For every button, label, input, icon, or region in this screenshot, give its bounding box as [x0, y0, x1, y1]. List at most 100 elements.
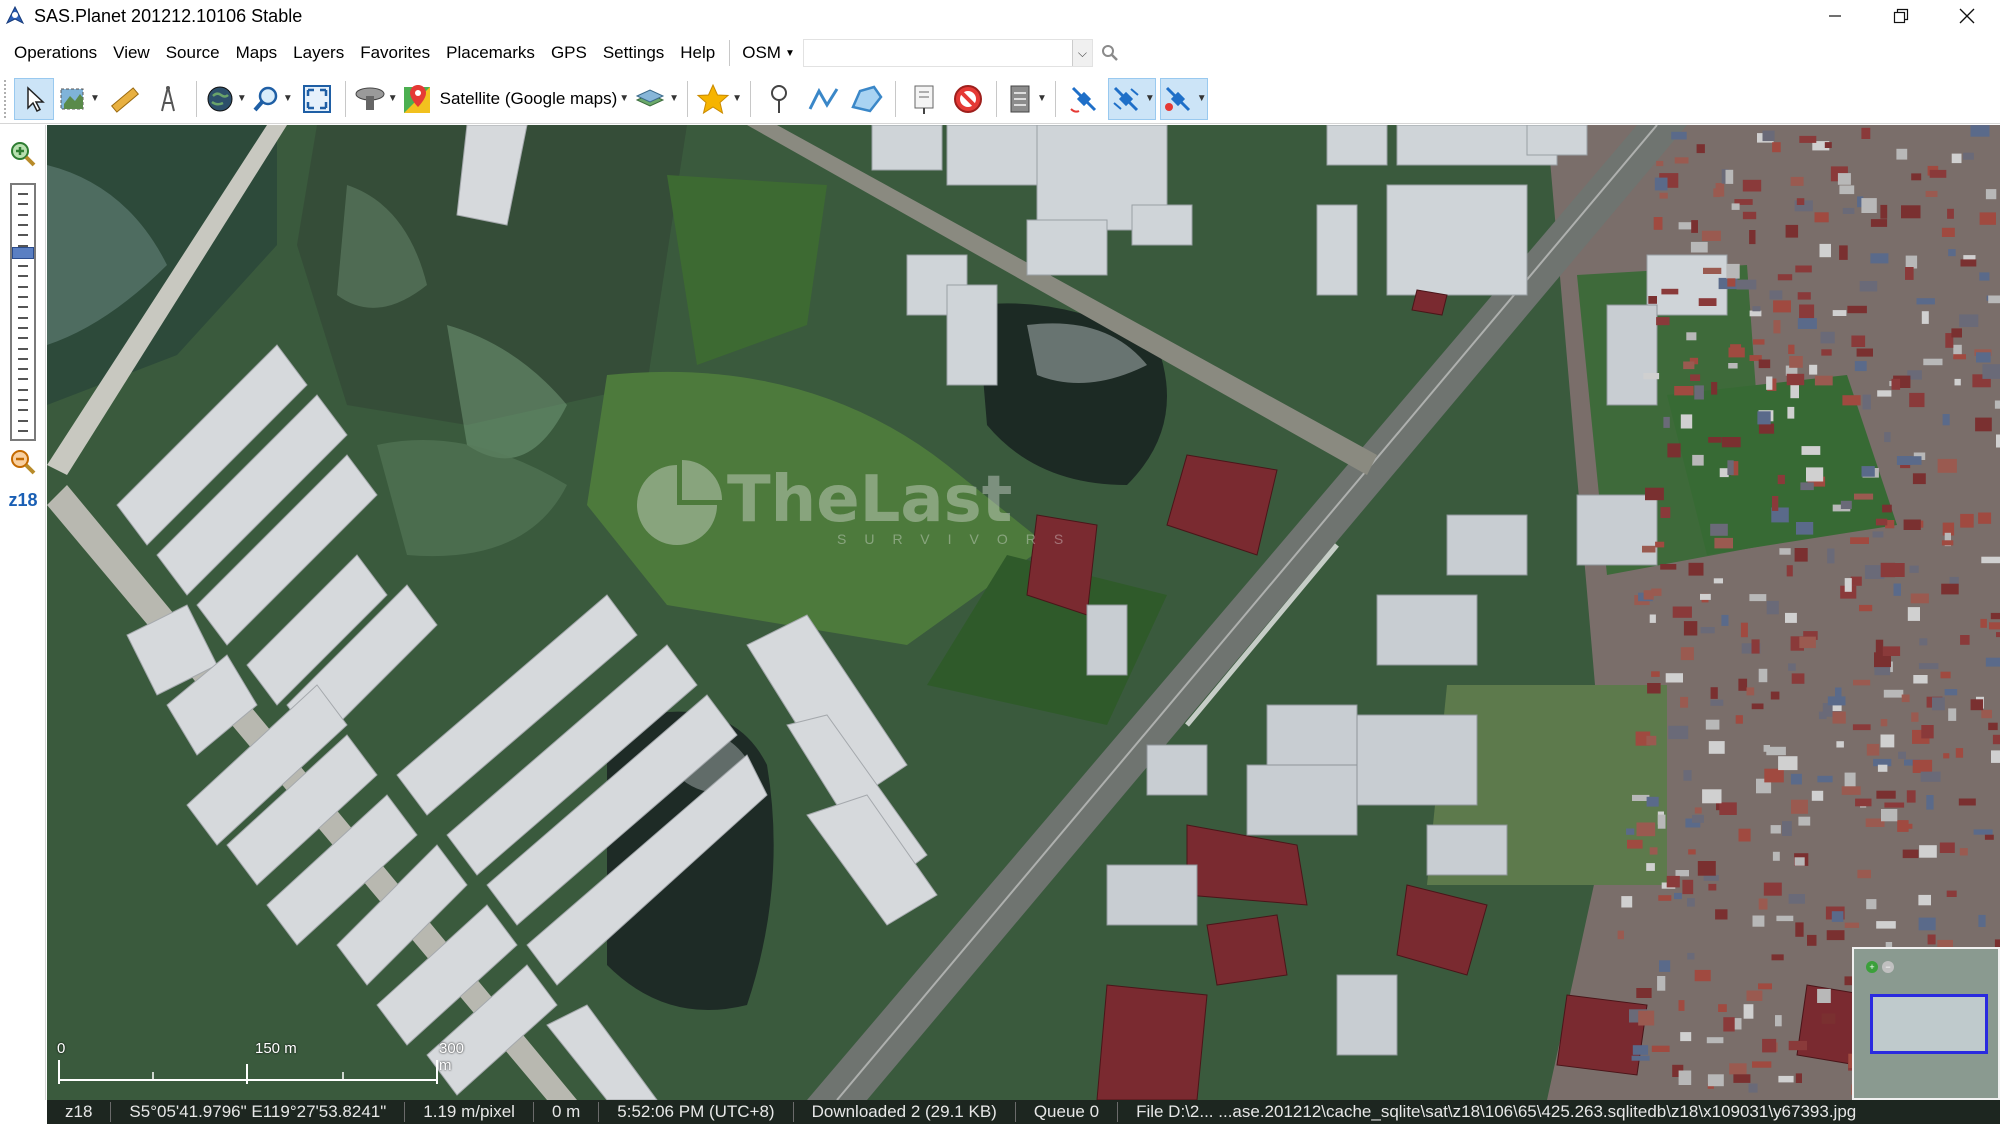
add-path-button[interactable] [803, 78, 843, 120]
favorites-button[interactable]: ▼ [696, 78, 742, 120]
zoom-tick [18, 275, 28, 278]
rooftop [1958, 798, 1976, 806]
gps-connect-button[interactable] [1064, 78, 1104, 120]
satellite-center-icon [1164, 86, 1190, 111]
select-region-button[interactable]: ▼ [58, 78, 100, 120]
menu-placemarks[interactable]: Placemarks [438, 36, 543, 70]
rooftop [1694, 385, 1704, 400]
rooftop [1705, 719, 1720, 730]
minimize-button[interactable] [1802, 0, 1868, 32]
menu-operations[interactable]: Operations [6, 36, 105, 70]
menu-source[interactable]: Source [158, 36, 228, 70]
zoom-tool-button[interactable]: ▼ [251, 78, 293, 120]
gps-track-button[interactable]: ▼ [1107, 77, 1156, 120]
rooftop [1649, 614, 1656, 623]
toolbar-grip[interactable] [4, 79, 8, 118]
add-placemark-button[interactable] [759, 78, 799, 120]
rooftop [1751, 639, 1760, 654]
rooftop [1708, 883, 1717, 891]
map-view[interactable]: TheLast SURVIVORS 0 150 m 300 m + − [47, 125, 2000, 1100]
minimap[interactable]: + − [1852, 947, 2000, 1100]
search-button[interactable] [1097, 39, 1123, 67]
watermark-logo-icon [637, 460, 722, 545]
map-source-dropdown[interactable]: Satellite (Google maps) ▼ [402, 78, 629, 120]
globe-button[interactable]: ▼ [205, 78, 247, 120]
search-source-dropdown[interactable]: OSM ▼ [736, 43, 801, 63]
rooftop [1901, 205, 1921, 219]
cache-server-button[interactable]: ▼ [1005, 78, 1047, 120]
layers-icon [635, 88, 665, 107]
rooftop [1880, 562, 1896, 578]
rooftop [1674, 157, 1689, 164]
rooftop [1824, 142, 1832, 148]
close-button[interactable] [1934, 0, 2000, 32]
rooftop [1678, 1070, 1692, 1085]
rooftop [1959, 314, 1979, 327]
rooftop [1763, 882, 1782, 896]
zoom-tick [18, 357, 28, 360]
select-region-icon [60, 88, 84, 109]
rooftop [1642, 545, 1656, 553]
rooftop [1913, 675, 1928, 684]
rooftop [1984, 834, 1994, 840]
rooftop [1766, 376, 1773, 390]
zoom-out-button[interactable] [8, 447, 38, 477]
ruler-button[interactable] [104, 78, 144, 120]
rooftop [1794, 857, 1805, 866]
search-history-dropdown[interactable]: ⌵ [1071, 40, 1092, 66]
compass-button[interactable] [148, 78, 188, 120]
rooftop [1800, 482, 1814, 491]
hide-placemarks-button[interactable] [948, 78, 988, 120]
add-polygon-button[interactable] [847, 78, 887, 120]
pointer-tool-button[interactable] [14, 77, 54, 120]
rooftop [1970, 125, 1990, 137]
status-distance: 0 m [551, 1102, 581, 1121]
rooftop [1955, 748, 1964, 758]
search-source-label: OSM [742, 43, 781, 62]
minimap-viewport[interactable] [1870, 994, 1988, 1054]
restore-button[interactable] [1868, 0, 1934, 32]
rooftop [1773, 320, 1781, 334]
rooftop [1795, 265, 1812, 273]
rooftop [1932, 697, 1945, 711]
statusbar-margin [0, 1100, 47, 1124]
rooftop [1638, 1010, 1655, 1026]
menu-settings[interactable]: Settings [595, 36, 672, 70]
menu-help[interactable]: Help [672, 36, 723, 70]
rooftop [1840, 500, 1852, 509]
menu-view[interactable]: View [105, 36, 158, 70]
zoom-slider[interactable] [10, 183, 36, 441]
rooftop [1770, 825, 1781, 834]
rooftop [1880, 719, 1888, 727]
search-input[interactable]: ⌵ [802, 39, 1093, 67]
rooftop [1752, 915, 1765, 927]
rooftop [1723, 1017, 1735, 1032]
rooftop [1799, 304, 1815, 319]
rooftop [1725, 169, 1734, 184]
rooftop [1657, 814, 1666, 829]
minimap-zoom-in-icon[interactable]: + [1866, 961, 1878, 973]
zoom-in-button[interactable] [8, 139, 38, 169]
rooftop [1881, 809, 1898, 822]
menu-maps[interactable]: Maps [228, 36, 286, 70]
rooftop [1882, 646, 1901, 656]
minimap-zoom-out-icon[interactable]: − [1882, 961, 1894, 973]
rooftop [1893, 583, 1901, 596]
layers-button[interactable]: ▼ [633, 78, 679, 120]
zoom-slider-thumb[interactable] [12, 247, 34, 259]
rooftop [1785, 224, 1799, 238]
rooftop [1921, 725, 1934, 739]
rooftop [1960, 513, 1974, 528]
rooftop [1954, 378, 1961, 386]
rooftop [1777, 474, 1785, 485]
menu-layers[interactable]: Layers [285, 36, 352, 70]
rooftop [1686, 332, 1697, 341]
placemark-list-button[interactable] [904, 78, 944, 120]
rooftop [1918, 894, 1931, 906]
menu-favorites[interactable]: Favorites [352, 36, 438, 70]
menu-gps[interactable]: GPS [543, 36, 595, 70]
gps-center-button[interactable]: ▼ [1159, 77, 1208, 120]
gps-device-button[interactable]: ▼ [354, 78, 398, 120]
fullscreen-button[interactable] [297, 78, 337, 120]
rooftop [1856, 348, 1873, 357]
